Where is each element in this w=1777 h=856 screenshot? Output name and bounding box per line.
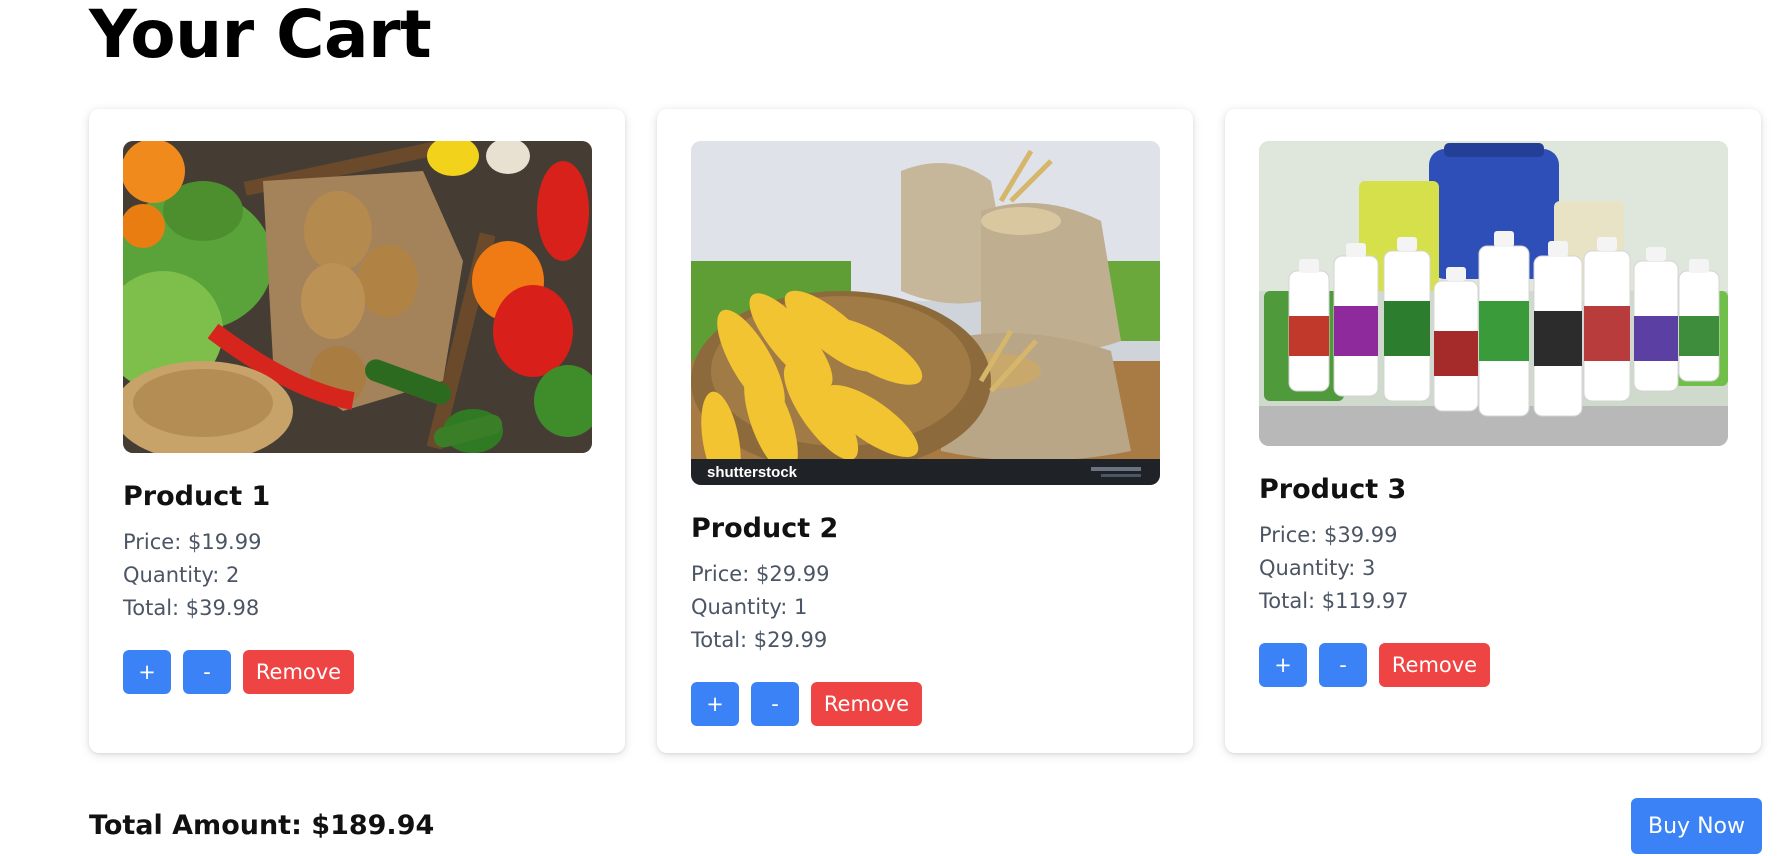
decrement-button[interactable]: - [751, 682, 799, 726]
product-name: Product 2 [691, 513, 839, 544]
product-quantity: Quantity: 1 [691, 595, 808, 619]
product-total: Total: $119.97 [1259, 589, 1409, 613]
cart-item-card: Product 3 Price: $39.99 Quantity: 3 Tota… [1225, 109, 1761, 753]
product-name: Product 1 [123, 481, 271, 512]
product-quantity: Quantity: 3 [1259, 556, 1376, 580]
product-price: Price: $19.99 [123, 530, 262, 554]
cart-item-card: shutterstock Product 2 Price: $29.99 Qua… [657, 109, 1193, 753]
product-name: Product 3 [1259, 474, 1407, 505]
buy-now-button[interactable]: Buy Now [1631, 798, 1762, 854]
product-details: Price: $39.99 Quantity: 3 Total: $119.97 [1259, 519, 1727, 618]
decrement-button[interactable]: - [183, 650, 231, 694]
increment-button[interactable]: + [123, 650, 171, 694]
remove-button[interactable]: Remove [243, 650, 354, 694]
product-quantity: Quantity: 2 [123, 563, 240, 587]
decrement-button[interactable]: - [1319, 643, 1367, 687]
fertilizer-products-image [1259, 141, 1728, 446]
product-price: Price: $29.99 [691, 562, 830, 586]
cart-item-body: Product 2 Price: $29.99 Quantity: 1 Tota… [691, 509, 1159, 726]
page-title: Your Cart [89, 0, 432, 73]
remove-button[interactable]: Remove [1379, 643, 1490, 687]
item-actions: + - Remove [1259, 643, 1727, 687]
increment-button[interactable]: + [691, 682, 739, 726]
product-details: Price: $29.99 Quantity: 1 Total: $29.99 [691, 558, 1159, 657]
product-details: Price: $19.99 Quantity: 2 Total: $39.98 [123, 526, 591, 625]
cart-item-body: Product 3 Price: $39.99 Quantity: 3 Tota… [1259, 470, 1727, 687]
product-price: Price: $39.99 [1259, 523, 1398, 547]
cart-item-card: Product 1 Price: $19.99 Quantity: 2 Tota… [89, 109, 625, 753]
cart-total-amount: Total Amount: $189.94 [89, 810, 435, 841]
increment-button[interactable]: + [1259, 643, 1307, 687]
watermark-text: shutterstock [707, 464, 798, 481]
remove-button[interactable]: Remove [811, 682, 922, 726]
item-actions: + - Remove [123, 650, 591, 694]
item-actions: + - Remove [691, 682, 1159, 726]
vegetables-image [123, 141, 592, 453]
grain-sacks-image: shutterstock [691, 141, 1160, 485]
product-total: Total: $29.99 [691, 628, 828, 652]
cart-item-body: Product 1 Price: $19.99 Quantity: 2 Tota… [123, 477, 591, 694]
product-total: Total: $39.98 [123, 596, 260, 620]
cart-page: Your Cart Product 1 Price: $19.99 Quanti… [0, 0, 1777, 856]
